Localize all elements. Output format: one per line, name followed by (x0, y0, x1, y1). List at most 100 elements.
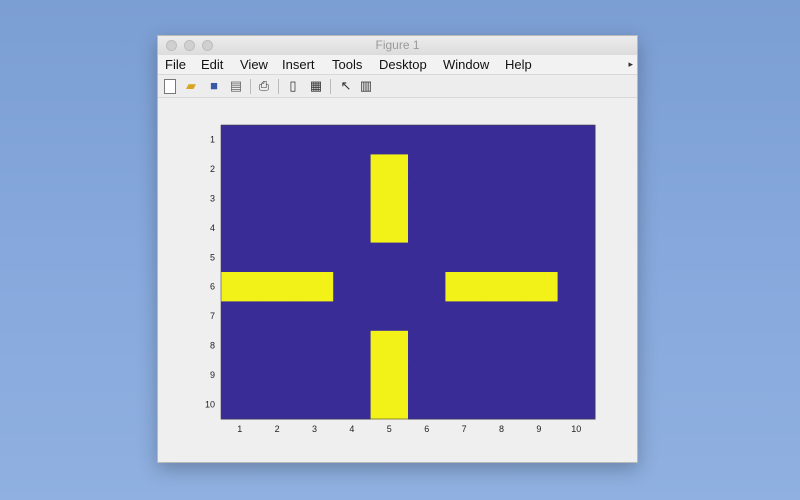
heatmap-cell (557, 389, 596, 420)
heatmap-cell (482, 389, 521, 420)
heatmap-cell (258, 125, 297, 155)
x-tick-label: 1 (237, 424, 242, 434)
heatmap-cell (482, 213, 521, 244)
heatmap-cell (408, 183, 446, 214)
y-tick-label: 6 (210, 282, 215, 292)
heatmap-cell (370, 154, 409, 185)
heatmap-cell (445, 272, 484, 302)
heatmap-cell (221, 154, 259, 185)
edit-plot-icon[interactable]: ↖ (338, 78, 354, 94)
heatmap-cell (557, 272, 596, 302)
heatmap-cell (445, 154, 484, 185)
heatmap-cell (445, 125, 484, 155)
heatmap-cell (258, 360, 297, 391)
heatmap-cell (557, 183, 596, 214)
x-tick-label: 4 (349, 424, 354, 434)
x-tick-label: 6 (424, 424, 429, 434)
heatmap-cell (333, 301, 372, 332)
title-bar[interactable]: Figure 1 (158, 36, 637, 56)
menu-file[interactable]: File (165, 57, 186, 72)
plot-area: 1 2 3 4 5 6 7 8 9 10 1 2 3 4 5 6 7 8 9 10 (158, 98, 637, 462)
heatmap-cell (482, 360, 521, 391)
heatmap-cell (258, 301, 297, 332)
x-tick-label: 3 (312, 424, 317, 434)
heatmap-cell (370, 213, 409, 244)
heatmap-cell (295, 213, 334, 244)
heatmap-cell (333, 330, 372, 361)
heatmap-cell (557, 330, 596, 361)
heatmap-cell (520, 360, 559, 391)
print-icon[interactable]: ▤ (228, 78, 244, 94)
heatmap-cell (445, 389, 484, 420)
heatmap-cell (370, 242, 409, 273)
heatmap-cell (258, 330, 297, 361)
heatmap-cell (370, 183, 409, 214)
heatmap-cell (333, 125, 372, 155)
heatmap-chart[interactable]: 1 2 3 4 5 6 7 8 9 10 1 2 3 4 5 6 7 8 9 10 (158, 98, 639, 464)
heatmap-cell (520, 301, 559, 332)
x-tick-label: 2 (275, 424, 280, 434)
heatmap-cell (445, 301, 484, 332)
heatmap-cell (482, 154, 521, 185)
link-plot-icon[interactable]: ▯ (285, 78, 301, 94)
toolbar-separator (278, 79, 279, 94)
menu-insert[interactable]: Insert (282, 57, 315, 72)
menu-desktop[interactable]: Desktop (379, 57, 427, 72)
heatmap-cell (258, 183, 297, 214)
heatmap-cell (445, 330, 484, 361)
menu-window[interactable]: Window (443, 57, 489, 72)
insert-colorbar-icon[interactable]: ▦ (308, 78, 324, 94)
heatmap-cell (258, 389, 297, 420)
heatmap-cell (520, 125, 559, 155)
save-icon[interactable]: ■ (206, 78, 222, 94)
menu-tools[interactable]: Tools (332, 57, 362, 72)
heatmap-cell (221, 183, 259, 214)
heatmap-cell (482, 301, 521, 332)
heatmap-cell (258, 154, 297, 185)
y-tick-label: 1 (210, 135, 215, 145)
heatmap-cell (333, 272, 372, 302)
heatmap-cell (221, 242, 259, 273)
heatmap-cell (333, 213, 372, 244)
menu-overflow-icon[interactable]: ▸ (628, 59, 633, 70)
new-figure-icon[interactable] (164, 79, 176, 94)
open-file-icon[interactable]: ▰ (183, 78, 199, 94)
export-icon[interactable]: ⎙ (256, 78, 272, 94)
heatmap-cell (221, 213, 259, 244)
y-tick-label: 7 (210, 311, 215, 321)
menu-bar: File Edit View Insert Tools Desktop Wind… (158, 55, 637, 75)
property-inspector-icon[interactable]: ▥ (358, 78, 374, 94)
heatmap-cell (520, 330, 559, 361)
y-tick-label: 2 (210, 164, 215, 174)
heatmap-cell (258, 272, 297, 302)
x-tick-label: 8 (499, 424, 504, 434)
window-title: Figure 1 (375, 38, 420, 52)
heatmap-cell (333, 242, 372, 273)
heatmap-cell (370, 330, 409, 361)
menu-view[interactable]: View (240, 57, 268, 72)
heatmap-cell (408, 213, 446, 244)
heatmap-cell (408, 360, 446, 391)
heatmap-cell (482, 330, 521, 361)
heatmap-cell (482, 242, 521, 273)
heatmap-cell (445, 360, 484, 391)
heatmap-cell (295, 154, 334, 185)
x-tick-label: 5 (387, 424, 392, 434)
y-tick-label: 8 (210, 341, 215, 351)
heatmap-cell (408, 154, 446, 185)
heatmap-cell (408, 389, 446, 420)
y-tick-label: 9 (210, 370, 215, 380)
menu-help[interactable]: Help (505, 57, 532, 72)
heatmap-cell (408, 242, 446, 273)
x-tick-label: 7 (462, 424, 467, 434)
y-tick-label: 3 (210, 194, 215, 204)
heatmap-cell (370, 301, 409, 332)
heatmap-cell (408, 301, 446, 332)
heatmap-cell (520, 154, 559, 185)
heatmap-cell (370, 360, 409, 391)
heatmap-cell (295, 242, 334, 273)
heatmap-cell (295, 301, 334, 332)
menu-edit[interactable]: Edit (201, 57, 223, 72)
heatmap-cell (520, 272, 559, 302)
heatmap-cell (221, 272, 259, 302)
